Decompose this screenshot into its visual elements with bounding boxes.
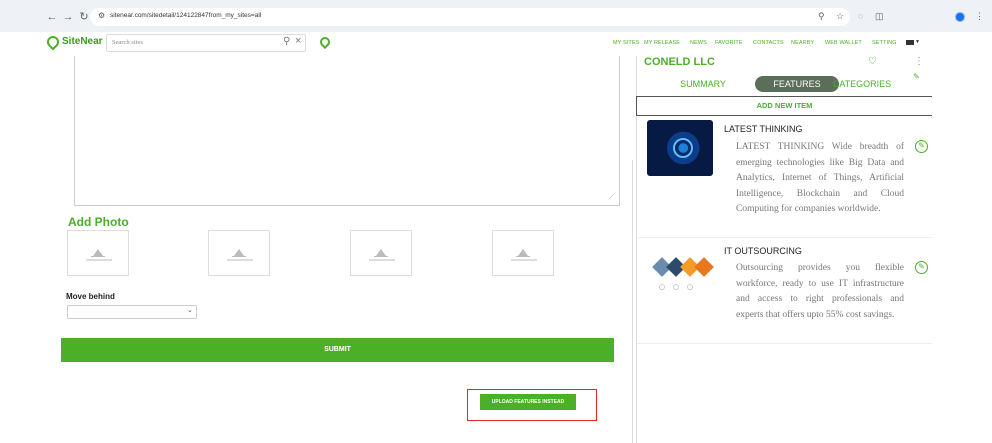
nav-my-release[interactable]: MY RELEASE [644, 40, 680, 46]
feature-description: Outsourcing provides you flexible workfo… [736, 263, 904, 320]
reload-icon[interactable]: ↻ [78, 11, 90, 23]
add-new-item-button[interactable]: ADD NEW ITEM [636, 96, 932, 116]
bookmark-star-icon[interactable]: ☆ [836, 11, 844, 22]
profile-avatar[interactable] [955, 12, 965, 22]
nav-web-wallet[interactable]: WEB WALLET [825, 40, 862, 46]
language-flag-icon[interactable] [906, 40, 914, 45]
pencil-icon[interactable]: ✎ [913, 72, 920, 81]
move-behind-label: Move behind [66, 292, 115, 301]
forward-icon[interactable]: → [62, 11, 74, 23]
search-placeholder: Search sites [112, 39, 143, 46]
heart-icon[interactable]: ♡ [868, 56, 877, 67]
photo-slot-1[interactable] [67, 230, 129, 276]
browser-menu-icon[interactable]: ⋮ [975, 11, 984, 22]
site-info-icon[interactable]: ⚙ [98, 11, 105, 20]
resize-handle-icon[interactable]: ⟋ [609, 194, 614, 202]
nav-favorite[interactable]: FAVORITE [715, 40, 743, 46]
image-placeholder-icon [516, 248, 530, 257]
photo-caption-line [86, 259, 112, 261]
scrollbar-track[interactable] [632, 160, 633, 443]
back-icon[interactable]: ← [46, 11, 58, 23]
diamond-shape [694, 257, 714, 277]
zoom-icon[interactable]: ⚲ [818, 11, 825, 22]
feature-title: IT OUTSOURCING [724, 246, 802, 256]
nav-setting[interactable]: SETTING [872, 40, 897, 46]
nav-my-sites[interactable]: MY SITES [613, 40, 639, 46]
tab-categories[interactable]: CATEGORIES [827, 76, 897, 92]
photo-caption-line [511, 259, 537, 261]
edit-icon[interactable]: ✎ [915, 140, 928, 153]
extension-icon[interactable]: ◌ [858, 11, 863, 21]
circle-shape [659, 284, 665, 290]
feature-thumbnail [647, 120, 713, 176]
feature-thumbnail [647, 244, 714, 300]
big-data-graphic [673, 138, 693, 158]
search-icon[interactable]: ⚲ [283, 36, 290, 47]
nav-nearby[interactable]: NEARBY [791, 40, 814, 46]
photo-slot-4[interactable] [492, 230, 554, 276]
logo-text[interactable]: SiteNear [62, 36, 103, 47]
chevron-down-icon[interactable]: ▼ [915, 39, 920, 45]
submit-button[interactable]: SUBMIT [61, 338, 614, 362]
photo-caption-line [227, 259, 253, 261]
nav-news[interactable]: NEWS [690, 40, 707, 46]
add-photo-heading: Add Photo [68, 215, 129, 229]
photo-caption-line [369, 259, 395, 261]
close-icon[interactable]: × [295, 35, 301, 47]
edit-icon[interactable]: ✎ [915, 261, 928, 274]
url-text: sitenear.com/sitedetail/124122847from_my… [110, 12, 262, 19]
tab-summary[interactable]: SUMMARY [668, 76, 738, 92]
circle-shape [673, 284, 679, 290]
company-title: CONELD LLC [644, 56, 715, 68]
move-behind-select[interactable] [67, 305, 197, 319]
nav-contacts[interactable]: CONTACTS [753, 40, 784, 46]
feature-title: LATEST THINKING [724, 124, 803, 134]
image-placeholder-icon [374, 248, 388, 257]
description-textarea[interactable] [74, 56, 620, 206]
feature-description: LATEST THINKING Wide breadth of emerging… [736, 142, 904, 214]
more-vertical-icon[interactable]: ⋮ [914, 56, 924, 67]
chevron-down-icon[interactable]: ⌄ [187, 306, 193, 314]
circle-shape [687, 284, 693, 290]
sidepanel-icon[interactable]: ◫ [875, 11, 884, 22]
image-placeholder-icon [232, 248, 246, 257]
photo-slot-2[interactable] [208, 230, 270, 276]
upload-features-button[interactable]: UPLOAD FEATURES INSTEAD [480, 394, 576, 410]
photo-slot-3[interactable] [350, 230, 412, 276]
image-placeholder-icon [91, 248, 105, 257]
